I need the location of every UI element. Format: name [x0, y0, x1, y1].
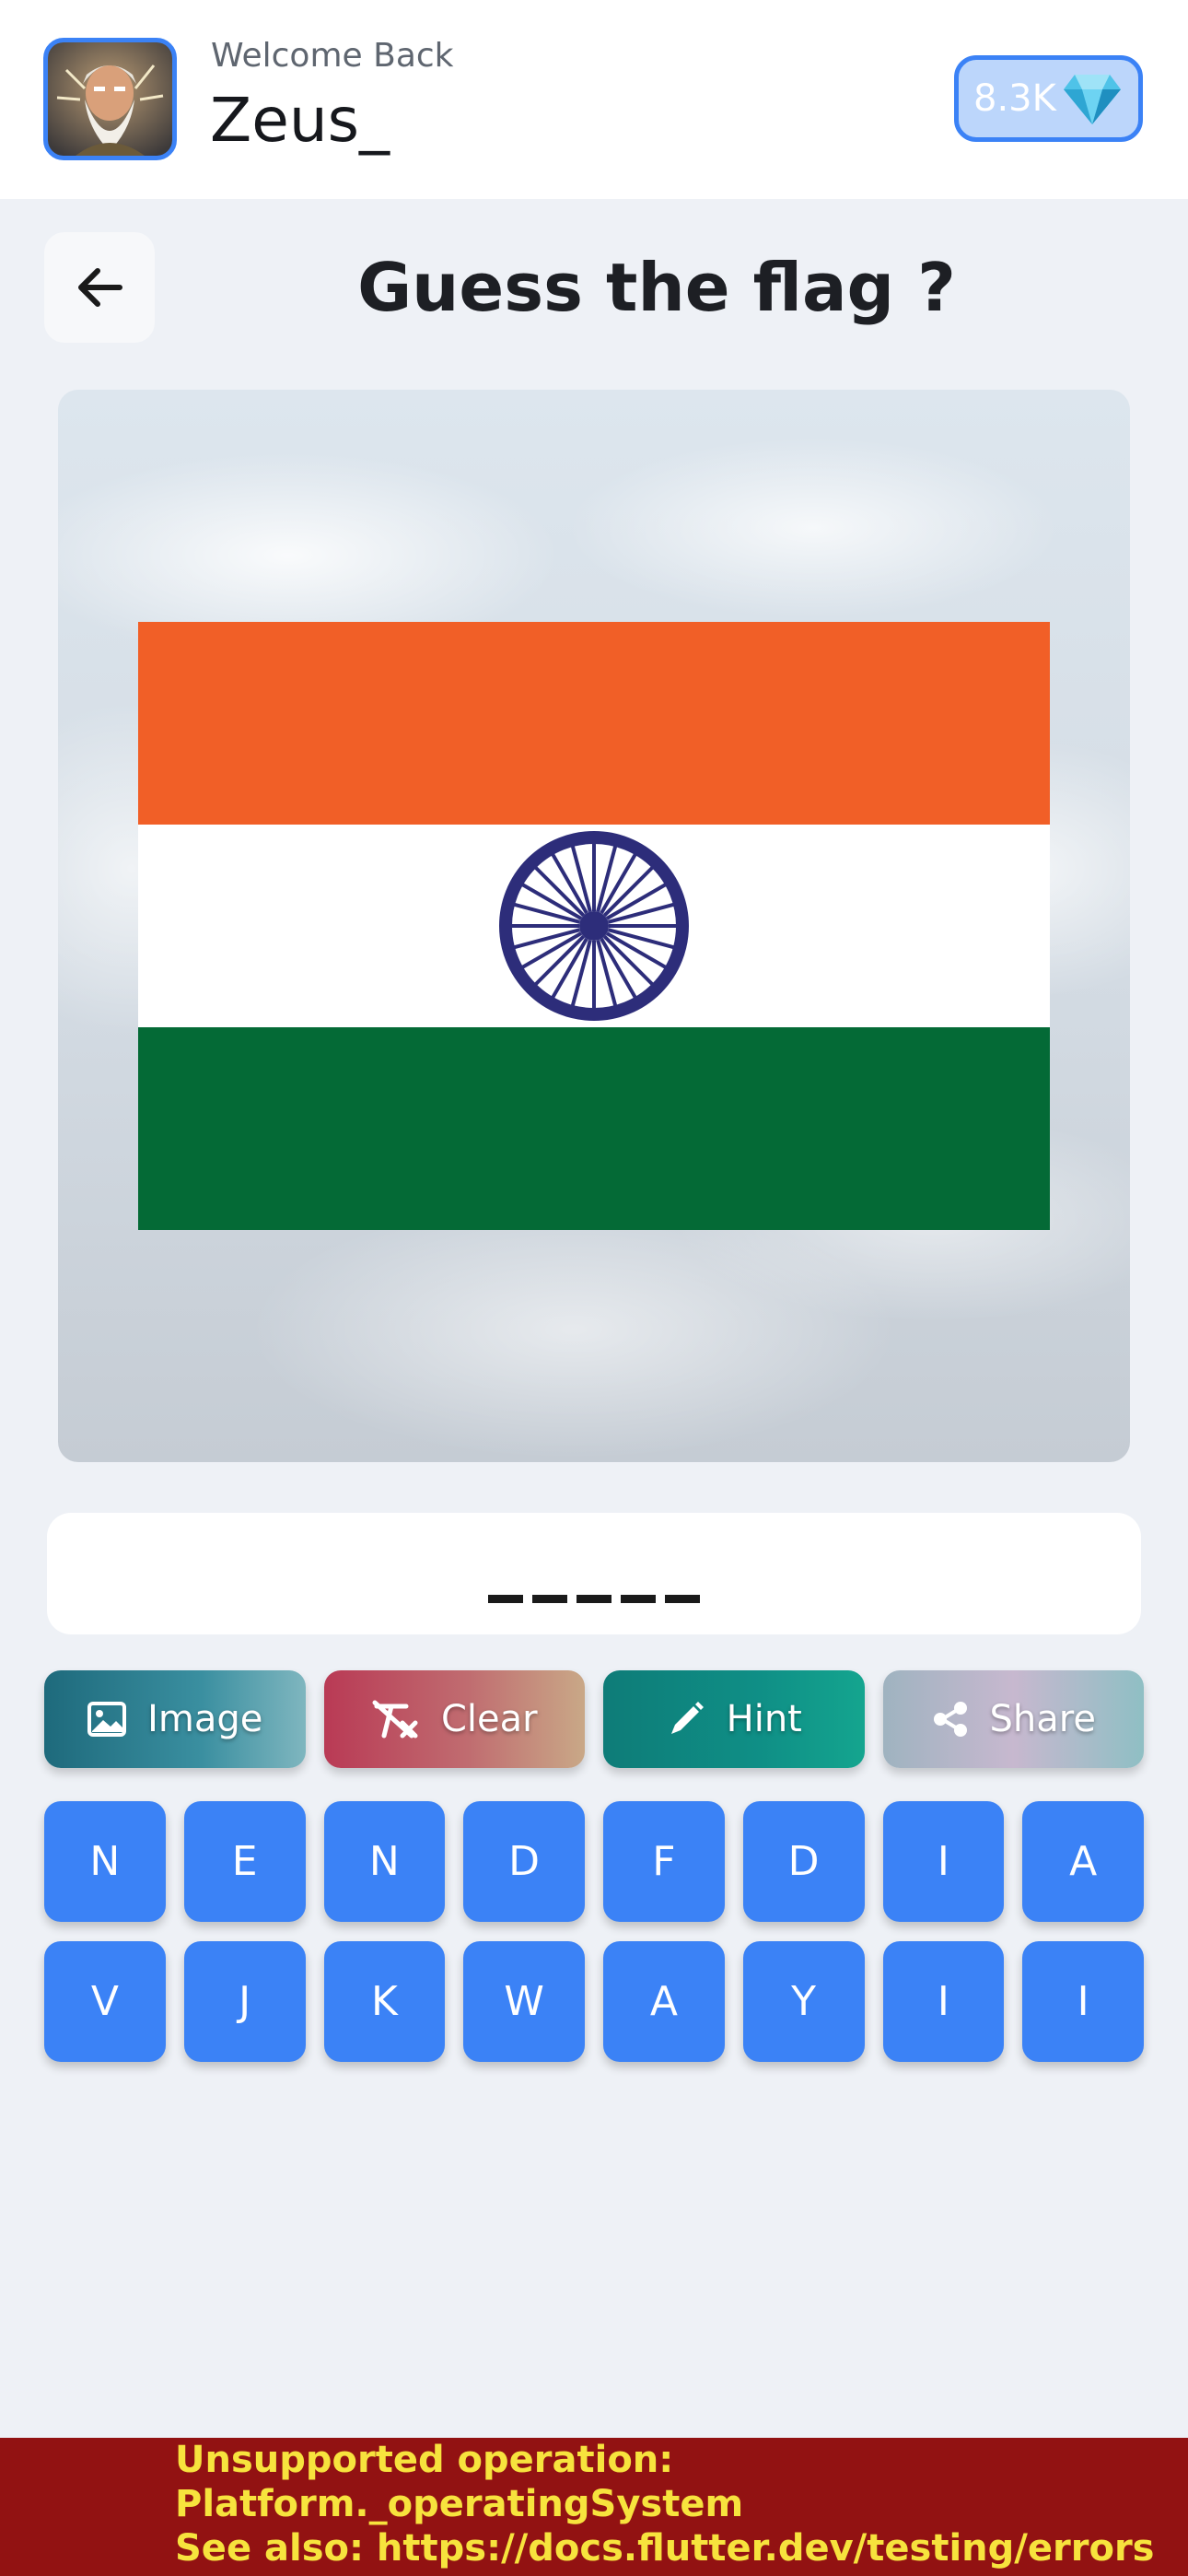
letter-key[interactable]: D: [463, 1801, 585, 1922]
letter-key[interactable]: J: [183, 1941, 306, 2062]
gem-count: 8.3K: [973, 77, 1056, 120]
letter-key[interactable]: A: [603, 1941, 725, 2062]
letter-key[interactable]: W: [463, 1941, 585, 2062]
error-banner: Unsupported operation: Platform._operati…: [0, 2438, 1188, 2576]
gem-balance-badge[interactable]: 8.3K: [954, 55, 1143, 142]
app-header: Welcome Back Zeus_ 8.3K: [0, 0, 1188, 199]
error-line-2: Platform._operatingSystem: [175, 2483, 744, 2525]
image-button-label: Image: [147, 1698, 263, 1740]
answer-blank-slots: [488, 1595, 700, 1603]
diamond-icon: [1063, 75, 1121, 124]
letter-key[interactable]: A: [1022, 1801, 1144, 1922]
flag-green-band: [138, 1027, 1050, 1230]
arrow-left-icon: [78, 268, 122, 307]
share-button-label: Share: [989, 1698, 1096, 1740]
letter-key[interactable]: F: [603, 1801, 725, 1922]
avatar[interactable]: [43, 38, 177, 160]
letter-key[interactable]: K: [323, 1941, 446, 2062]
error-line-1: Unsupported operation:: [175, 2439, 674, 2481]
answer-field[interactable]: [47, 1513, 1141, 1634]
letter-keys-row-2: V J K W A Y I I: [44, 1941, 1144, 2062]
share-icon: [933, 1702, 967, 1737]
image-button[interactable]: Image: [44, 1670, 306, 1768]
flag-image: [138, 622, 1050, 1230]
letter-key[interactable]: D: [742, 1801, 865, 1922]
action-bar: Image Clear Hint Share: [44, 1670, 1144, 1768]
welcome-label: Welcome Back: [211, 37, 454, 75]
error-line-3: See also: https://docs.flutter.dev/testi…: [175, 2527, 1155, 2570]
page-title: Guess the flag ?: [357, 249, 956, 326]
letter-key[interactable]: V: [44, 1941, 166, 2062]
image-icon: [87, 1702, 127, 1737]
flag-saffron-band: [138, 622, 1050, 825]
hint-button-label: Hint: [726, 1698, 802, 1740]
ashoka-chakra: [499, 831, 689, 1021]
letter-key[interactable]: N: [44, 1801, 166, 1922]
letter-key[interactable]: I: [882, 1801, 1005, 1922]
letter-key[interactable]: I: [1022, 1941, 1144, 2062]
share-button[interactable]: Share: [882, 1670, 1144, 1768]
flag-card: [58, 390, 1130, 1462]
letter-key[interactable]: Y: [742, 1941, 865, 2062]
letter-key[interactable]: E: [183, 1801, 306, 1922]
zeus-avatar-image: [48, 42, 172, 156]
username: Zeus_: [210, 85, 390, 156]
clear-button-label: Clear: [440, 1698, 538, 1740]
letter-keys-row-1: N E N D F D I A: [44, 1801, 1144, 1922]
letter-key[interactable]: I: [882, 1941, 1005, 2062]
hint-button[interactable]: Hint: [603, 1670, 865, 1768]
back-button[interactable]: [44, 232, 155, 343]
pencil-icon: [670, 1702, 704, 1734]
clear-format-icon: [372, 1700, 418, 1739]
answer-blanks: [488, 1559, 700, 1618]
clear-button[interactable]: Clear: [323, 1670, 585, 1768]
error-message: Unsupported operation: Platform._operati…: [175, 2438, 1154, 2570]
letter-key[interactable]: N: [323, 1801, 446, 1922]
